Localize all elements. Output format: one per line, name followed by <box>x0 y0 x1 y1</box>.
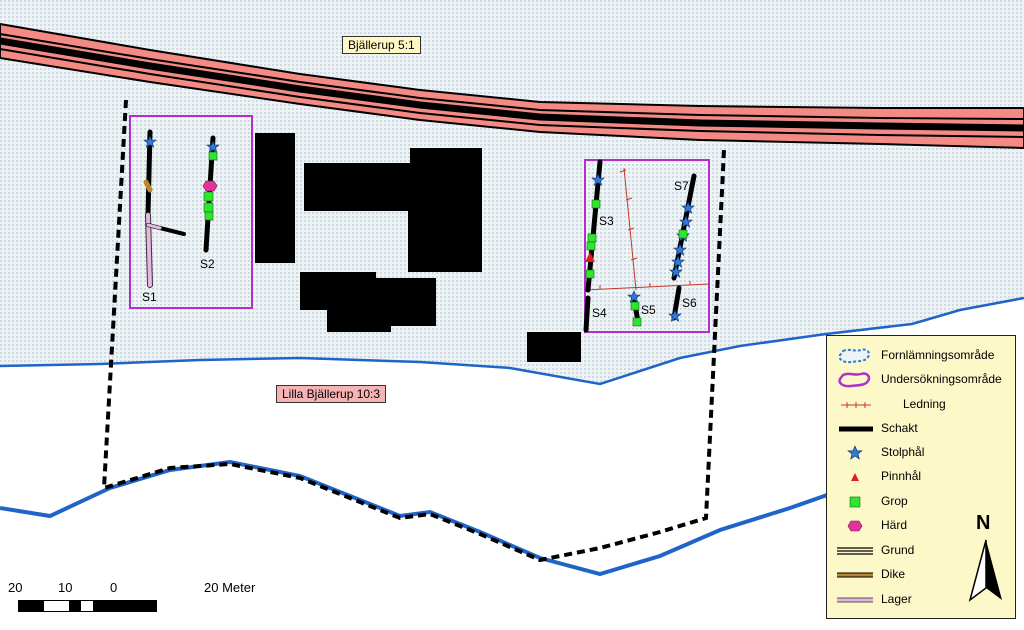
layer-line-icon <box>837 597 873 603</box>
foundation-line-icon <box>837 547 873 555</box>
investigation-outline-icon <box>838 372 871 388</box>
legend-item-ancient-area: Fornlämningsområde <box>827 345 1015 367</box>
legend-item-trench: Schakt <box>827 418 1015 440</box>
scale-bar-graphic <box>18 600 157 612</box>
hexagon-icon <box>847 520 863 532</box>
trench-label-s3: S3 <box>599 214 614 228</box>
trench-label-s2: S2 <box>200 257 215 271</box>
trench-label-s5: S5 <box>641 303 656 317</box>
hearth <box>202 180 218 192</box>
property-label-south: Lilla Bjällerup 10:3 <box>276 385 387 403</box>
north-arrow-icon <box>968 539 1002 602</box>
trench-label-s6: S6 <box>682 296 697 310</box>
north-arrow: N <box>966 512 1006 604</box>
area-outline-icon <box>838 348 871 364</box>
legend-item-investigation-area: Undersökningsområde <box>827 369 1015 391</box>
legend-item-conduit: Ledning <box>827 394 1015 416</box>
trench-label-s4: S4 <box>592 306 607 320</box>
scale-tick-20-meter: 20 Meter <box>204 580 256 595</box>
map-canvas: Bjällerup 5:1 Lilla Bjällerup 10:3 S1 S2… <box>0 0 1024 625</box>
scale-tick-10: 10 <box>58 580 73 595</box>
triangle-icon <box>851 473 859 481</box>
conduit-line-icon <box>841 402 871 408</box>
star-icon <box>847 445 863 460</box>
property-label-north: Bjällerup 5:1 <box>342 36 421 54</box>
square-icon <box>849 496 861 508</box>
trench-label-s7: S7 <box>674 179 689 193</box>
trench-line-icon <box>839 426 873 432</box>
scale-tick-20-left: 20 <box>8 580 23 595</box>
scale-tick-0: 0 <box>110 580 118 595</box>
north-letter: N <box>976 512 991 534</box>
scale-bar: 20 10 0 20 Meter <box>8 580 282 616</box>
legend-item-posthole: Stolphål <box>827 442 1015 464</box>
trench-label-s1: S1 <box>142 290 157 304</box>
ditch-line-icon <box>837 572 873 578</box>
legend-item-stakehole: Pinnhål <box>827 466 1015 488</box>
legend-item-pit: Grop <box>827 491 1015 513</box>
